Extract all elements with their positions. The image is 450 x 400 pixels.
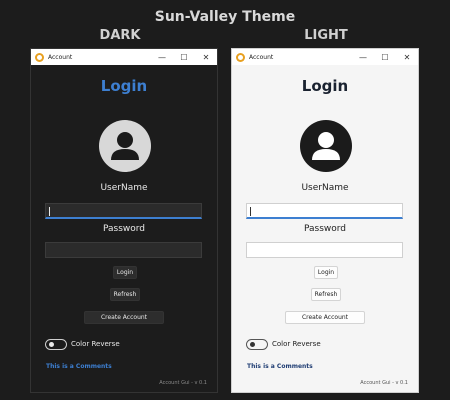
comment-text: This is a Comments <box>46 363 112 370</box>
password-input[interactable] <box>246 242 403 258</box>
login-button[interactable]: Login <box>314 266 338 279</box>
dark-theme-label: DARK <box>99 28 141 43</box>
window-titlebar[interactable]: Account — ☐ ✕ <box>31 49 217 65</box>
close-icon[interactable]: ✕ <box>396 49 418 65</box>
toggle-knob <box>250 342 255 347</box>
page-title: Sun-Valley Theme <box>154 9 296 25</box>
version-text: Account Gui - v 0.1 <box>159 380 207 386</box>
refresh-button[interactable]: Refresh <box>311 288 341 301</box>
light-theme-label: LIGHT <box>304 28 348 43</box>
password-input[interactable] <box>45 242 202 258</box>
password-label: Password <box>102 224 146 234</box>
account-app-icon <box>35 52 44 62</box>
text-caret <box>49 207 50 216</box>
comment-text: This is a Comments <box>247 363 313 370</box>
window-title: Account <box>48 53 73 61</box>
username-label: UserName <box>301 183 349 193</box>
login-title: Login <box>301 77 349 95</box>
refresh-button[interactable]: Refresh <box>110 288 140 301</box>
dark-account-window: Account — ☐ ✕ Login UserName Password Lo… <box>30 48 218 393</box>
text-caret <box>250 207 251 216</box>
close-icon[interactable]: ✕ <box>195 49 217 65</box>
account-app-icon <box>236 52 245 62</box>
login-title: Login <box>100 77 148 95</box>
color-reverse-toggle[interactable] <box>45 339 67 350</box>
user-avatar-icon <box>300 120 352 172</box>
minimize-icon[interactable]: — <box>352 49 374 65</box>
toggle-knob <box>49 342 54 347</box>
color-reverse-toggle[interactable] <box>246 339 268 350</box>
password-label: Password <box>303 224 347 234</box>
maximize-icon[interactable]: ☐ <box>374 49 396 65</box>
maximize-icon[interactable]: ☐ <box>173 49 195 65</box>
window-title: Account <box>249 53 274 61</box>
window-titlebar[interactable]: Account — ☐ ✕ <box>232 49 418 65</box>
color-reverse-label: Color Reverse <box>272 340 321 348</box>
version-text: Account Gui - v 0.1 <box>360 380 408 386</box>
login-button[interactable]: Login <box>113 266 137 279</box>
minimize-icon[interactable]: — <box>151 49 173 65</box>
light-account-window: Account — ☐ ✕ Login UserName Password Lo… <box>231 48 419 393</box>
create-account-button[interactable]: Create Account <box>285 311 365 324</box>
username-input[interactable] <box>246 203 403 219</box>
username-input[interactable] <box>45 203 202 219</box>
color-reverse-label: Color Reverse <box>71 340 120 348</box>
create-account-button[interactable]: Create Account <box>84 311 164 324</box>
username-label: UserName <box>100 183 148 193</box>
user-avatar-icon <box>99 120 151 172</box>
